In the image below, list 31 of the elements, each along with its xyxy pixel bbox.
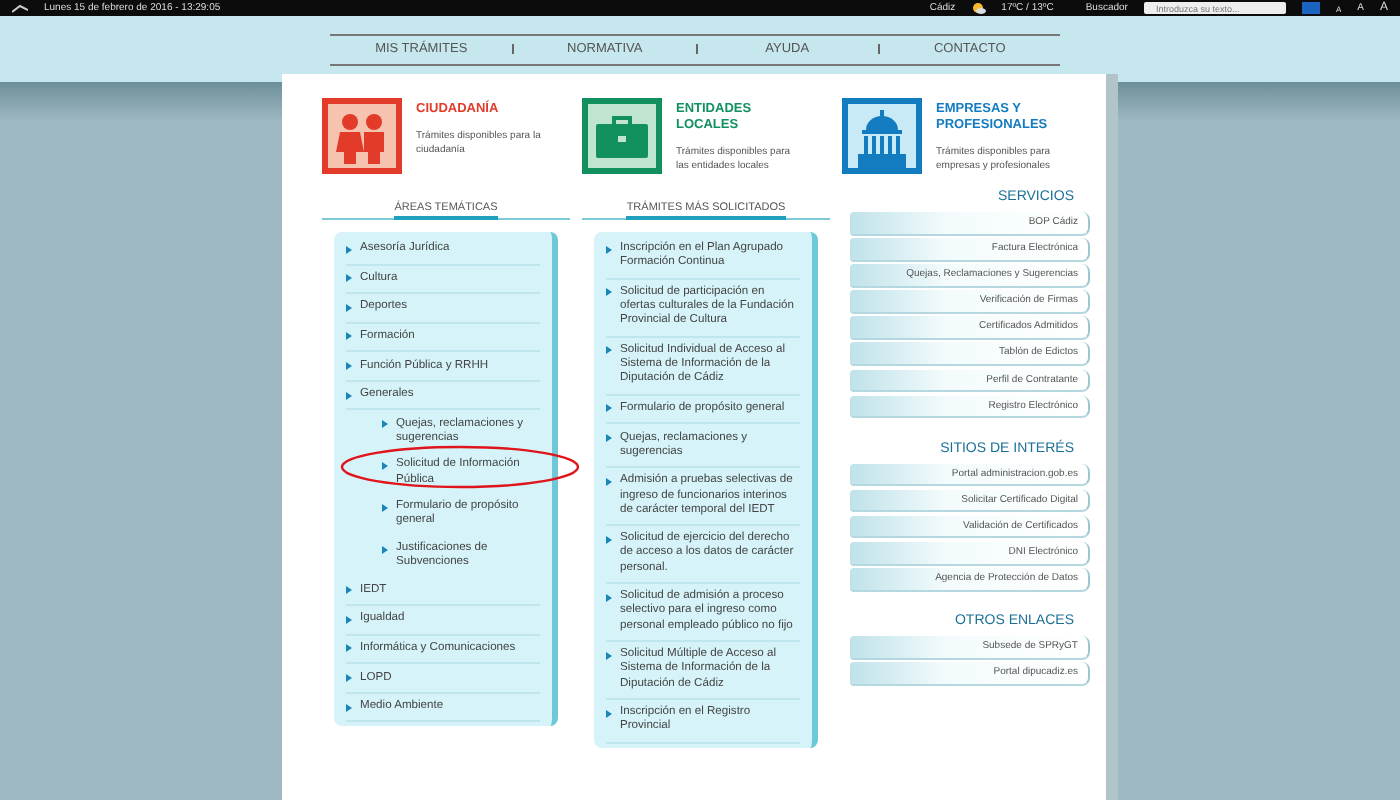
bullet-icon xyxy=(606,434,612,443)
bullet-icon xyxy=(606,535,612,544)
bullet-icon xyxy=(346,644,352,653)
bullet-icon xyxy=(606,709,612,718)
bullet-icon xyxy=(346,586,352,595)
bullet-icon xyxy=(606,477,612,486)
bullet-icon xyxy=(382,545,388,553)
building-icon xyxy=(842,98,922,174)
bullet-icon xyxy=(346,245,352,254)
bullet-icon xyxy=(606,593,612,602)
briefcase-icon xyxy=(582,98,662,174)
bullet-icon xyxy=(346,274,352,283)
bullet-icon xyxy=(346,332,352,341)
bullet-icon xyxy=(346,303,352,312)
bullet-icon xyxy=(606,346,612,355)
search-button[interactable] xyxy=(1301,2,1320,14)
bullet-icon xyxy=(606,288,612,297)
bullet-icon xyxy=(346,674,352,683)
bullet-icon xyxy=(606,651,612,660)
link-icon xyxy=(12,3,28,13)
bullet-icon xyxy=(382,461,388,470)
bullet-icon xyxy=(346,703,352,712)
weather-icon xyxy=(971,2,986,14)
bullet-icon xyxy=(382,420,388,429)
bullet-icon xyxy=(346,391,352,400)
people-icon xyxy=(322,98,402,174)
bullet-icon xyxy=(382,503,388,512)
bullet-icon xyxy=(346,615,352,624)
bullet-icon xyxy=(346,362,352,370)
bullet-icon xyxy=(606,404,612,413)
bullet-icon xyxy=(606,245,612,254)
